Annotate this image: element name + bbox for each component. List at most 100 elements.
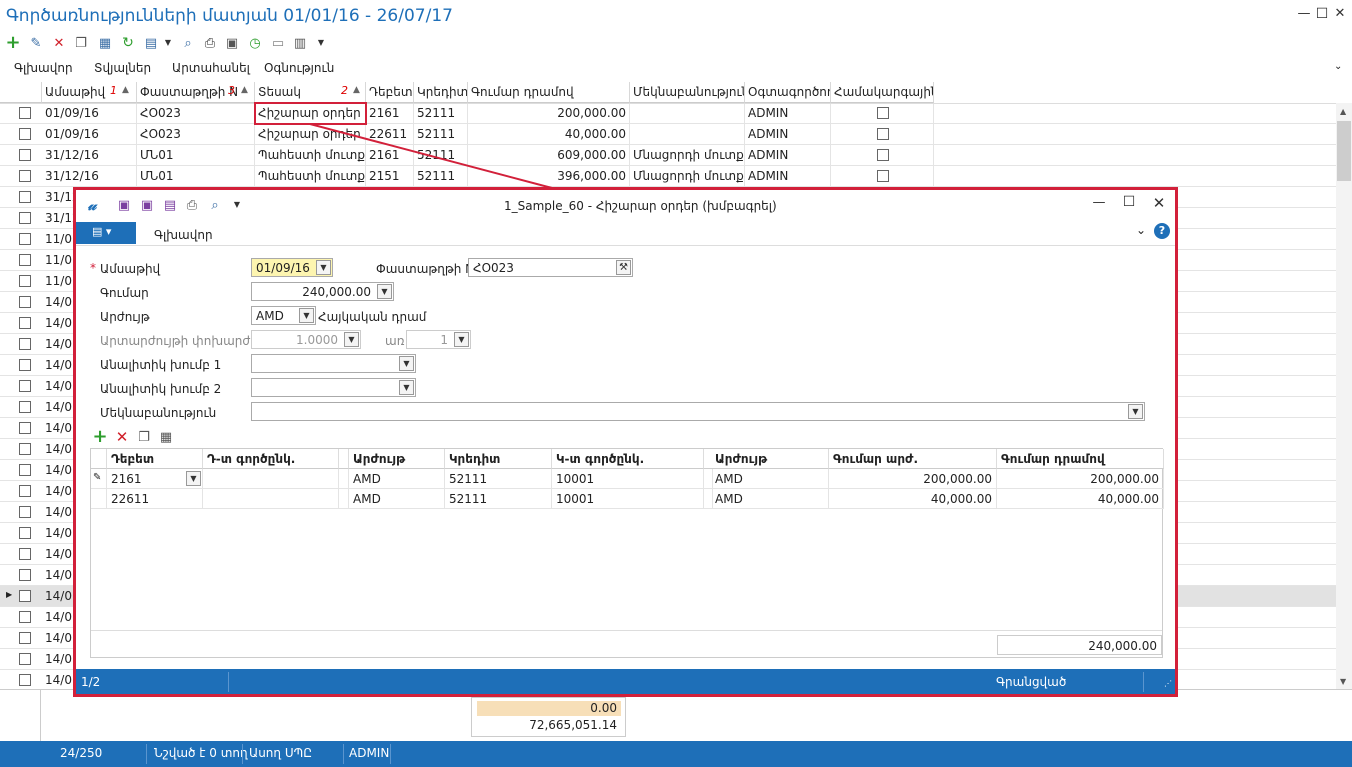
app-logo-icon: 𝓊 — [87, 195, 97, 214]
status-bar: 24/250 Նշված է 0 տող Ասող ՍՊԸ ADMIN — [0, 741, 1352, 767]
amount-label: Գումար — [100, 286, 149, 300]
wand-icon[interactable]: ⚒ — [616, 260, 631, 275]
entry-amount-currency[interactable]: 200,000.00 — [829, 469, 997, 489]
entries-table: Դեբետ Դ-տ գործընկ. Արժույթ Կրեդիտ Կ-տ գո… — [90, 448, 1164, 658]
entry-credit-currency[interactable]: AMD — [711, 469, 829, 489]
resize-grip-icon[interactable]: ⋰ — [1164, 679, 1172, 688]
entry-debit[interactable]: 22611 — [107, 489, 203, 509]
currency-name: Հայկական դրամ — [318, 310, 427, 324]
comment-label: Մեկնաբանություն — [100, 406, 217, 420]
col-debit-partner[interactable]: Դ-տ գործընկ. — [203, 449, 339, 469]
entry-credit[interactable]: 52111 — [445, 489, 552, 509]
entry-debit[interactable]: 2161 ▼ — [107, 469, 203, 489]
chevron-down-icon[interactable]: ▼ — [186, 471, 201, 486]
file-menu-button[interactable]: ▤ ▾ — [76, 222, 136, 244]
entry-debit-value: 2161 — [111, 472, 142, 486]
total-sum-2: 72,665,051.14 — [529, 718, 617, 732]
chevron-down-icon[interactable]: ▼ — [454, 332, 469, 347]
status-user: ADMIN — [349, 746, 390, 760]
column-separator — [339, 489, 349, 509]
save-new-icon[interactable]: ▤ — [162, 197, 178, 213]
entry-credit-value: 52111 — [449, 472, 488, 486]
entry-amount-amd[interactable]: 200,000.00 — [997, 469, 1164, 489]
analytic2-field[interactable]: ▼ — [251, 378, 416, 397]
analytic1-label: Անալիտիկ խումբ 1 — [100, 358, 222, 372]
entry-debit-partner[interactable] — [203, 469, 339, 489]
chevron-down-icon[interactable]: ▼ — [1128, 404, 1143, 419]
status-count: 24/250 — [60, 746, 103, 760]
comment-field[interactable]: ▼ — [251, 402, 1145, 421]
dialog-toolbar-dropdown-icon[interactable]: ▼ — [229, 197, 245, 213]
chevron-down-icon[interactable]: ▼ — [344, 332, 359, 347]
dialog-minimize-button[interactable]: — — [1090, 195, 1108, 213]
col-debit[interactable]: Դեբետ — [107, 449, 203, 469]
entry-amount-currency-value: 200,000.00 — [923, 472, 992, 486]
add-row-icon[interactable]: + — [92, 428, 108, 446]
dialog-maximize-button[interactable]: ☐ — [1120, 194, 1138, 212]
chevron-down-icon[interactable]: ▼ — [316, 260, 331, 275]
col-credit-partner[interactable]: Կ-տ գործընկ. — [552, 449, 704, 469]
rate-field[interactable]: 1.0000 ▼ — [251, 330, 361, 349]
chevron-down-icon[interactable]: ▼ — [377, 284, 392, 299]
ribbon-collapse-icon[interactable]: ⌄ — [1136, 223, 1146, 237]
column-separator — [704, 469, 713, 489]
zoom-icon[interactable]: ⌕ — [207, 197, 223, 213]
save-icon[interactable]: ▣ — [116, 197, 132, 213]
docno-field[interactable]: ՀՕ023 ⚒ — [468, 258, 633, 277]
clear-table-icon[interactable]: ▦ — [158, 429, 174, 445]
chevron-down-icon[interactable]: ▼ — [399, 380, 414, 395]
entry-amount-currency[interactable]: 40,000.00 — [829, 489, 997, 509]
dialog-close-button[interactable]: ✕ — [1150, 194, 1168, 212]
scroll-thumb[interactable] — [1337, 121, 1351, 181]
entry-credit-partner-value: 10001 — [556, 492, 595, 506]
entry-credit-currency-value: AMD — [715, 472, 743, 486]
tab-main[interactable]: Գլխավոր — [154, 228, 213, 242]
vertical-scrollbar[interactable]: ▲ ▼ — [1336, 103, 1352, 689]
entry-debit-partner[interactable] — [203, 489, 339, 509]
totals-box: 0.00 72,665,051.14 — [471, 697, 626, 737]
col-debit-currency[interactable]: Արժույթ — [349, 449, 445, 469]
status-company: Ասող ՍՊԸ — [249, 746, 312, 760]
entry-amount-amd-value: 200,000.00 — [1090, 472, 1159, 486]
edit-dialog: 𝓊 ▣ ▣ ▤ ⎙ ⌕ ▼ 1_Sample_60 - Հիշարար օրդե… — [73, 187, 1178, 697]
analytic2-label: Անալիտիկ խումբ 2 — [100, 382, 222, 396]
per-field[interactable]: 1 ▼ — [406, 330, 471, 349]
chevron-down-icon[interactable]: ▼ — [299, 308, 314, 323]
entry-debit-value: 22611 — [111, 492, 150, 506]
docno-label: Փաստաթղթի N — [376, 262, 475, 276]
total-sum-1: 0.00 — [477, 701, 621, 716]
help-icon[interactable]: ? — [1154, 223, 1170, 239]
print-preview-icon[interactable]: ⎙ — [184, 197, 200, 213]
copy-row-icon[interactable]: ❐ — [136, 429, 152, 445]
column-separator — [704, 489, 713, 509]
entry-debit-currency[interactable]: AMD — [349, 469, 445, 489]
record-position: 1/2 — [81, 675, 101, 689]
col-amount-amd[interactable]: Գումար դրամով — [997, 449, 1164, 469]
chevron-down-icon[interactable]: ▼ — [399, 356, 414, 371]
entry-amount-amd[interactable]: 40,000.00 — [997, 489, 1164, 509]
col-credit-currency[interactable]: Արժույթ — [711, 449, 829, 469]
entry-credit-currency[interactable]: AMD — [711, 489, 829, 509]
entry-credit-currency-value: AMD — [715, 492, 743, 506]
save-close-icon[interactable]: ▣ — [139, 197, 155, 213]
col-amount-currency[interactable]: Գումար արժ. — [829, 449, 997, 469]
entry-credit-value: 52111 — [449, 492, 488, 506]
rate-label: Արտարժույթի փոխարժեք — [100, 334, 266, 348]
entry-debit-currency-value: AMD — [353, 492, 381, 506]
entry-credit[interactable]: 52111 — [445, 469, 552, 489]
currency-field[interactable]: AMD ▼ — [251, 306, 316, 325]
col-credit[interactable]: Կրեդիտ — [445, 449, 552, 469]
dialog-title-bar: 𝓊 ▣ ▣ ▤ ⎙ ⌕ ▼ 1_Sample_60 - Հիշարար օրդե… — [76, 190, 1175, 220]
delete-row-icon[interactable]: ✕ — [114, 429, 130, 445]
analytic1-field[interactable]: ▼ — [251, 354, 416, 373]
entry-amount-currency-value: 40,000.00 — [930, 492, 992, 506]
currency-label: Արժույթ — [100, 310, 150, 324]
date-field[interactable]: 01/09/16 ▼ — [251, 258, 333, 277]
entry-credit-partner[interactable]: 10001 — [552, 489, 704, 509]
per-label: առ — [385, 334, 405, 348]
entry-credit-partner[interactable]: 10001 — [552, 469, 704, 489]
row-indicator — [91, 489, 107, 509]
entry-debit-currency[interactable]: AMD — [349, 489, 445, 509]
table-total: 240,000.00 — [997, 635, 1162, 655]
amount-field[interactable]: 240,000.00 ▼ — [251, 282, 394, 301]
